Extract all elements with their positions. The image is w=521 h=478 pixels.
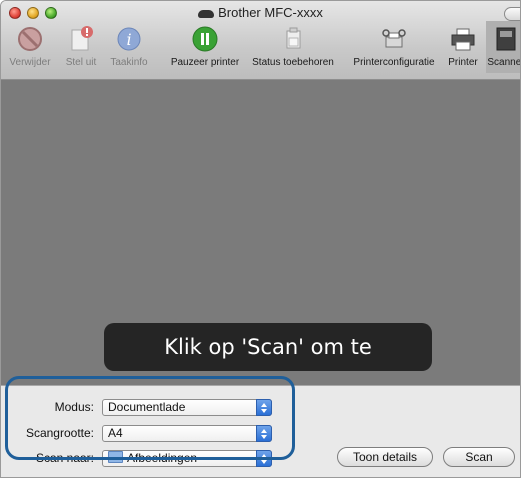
scangrootte-select-arrows-icon — [256, 425, 272, 442]
scan-naar-value: Afbeeldingen — [127, 451, 198, 465]
toolbar-info-label: Taakinfo — [110, 57, 148, 68]
toolbar-scanner-label: Scanner — [487, 57, 521, 68]
scan-button[interactable]: Scan — [443, 447, 515, 467]
scangrootte-value: A4 — [108, 426, 123, 440]
toolbar-pause-label: Pauzeer printer — [170, 57, 240, 68]
scanner-icon — [492, 25, 520, 53]
scangrootte-label: Scangrootte: — [25, 426, 94, 440]
toolbar-hold-label: Stel uit — [65, 57, 97, 68]
modus-select-arrows-icon — [256, 399, 272, 416]
window-title: Brother MFC-xxxx — [1, 5, 520, 20]
pause-icon — [191, 25, 219, 53]
show-details-button[interactable]: Toon details — [337, 447, 433, 467]
scan-hint-message: Klik op 'Scan' om te beginnen... — [104, 323, 432, 407]
scan-naar-label: Scan naar: — [35, 451, 94, 465]
toolbar-supplies-button[interactable]: Status toebehoren — [242, 25, 344, 68]
toolbar-printer-button[interactable]: Printer — [443, 25, 483, 68]
window-title-text: Brother MFC-xxxx — [218, 5, 323, 20]
scan-naar-select[interactable]: Afbeeldingen — [102, 450, 272, 467]
modus-select[interactable]: Documentlade — [102, 399, 272, 416]
supplies-icon — [279, 25, 307, 53]
title-bar: Brother MFC-xxxx Verwijder Stel uit i Ta… — [1, 1, 520, 80]
hold-icon — [67, 25, 95, 53]
printer-icon — [449, 25, 477, 53]
toolbar-hold-button[interactable]: Stel uit — [59, 25, 103, 68]
toolbar-supplies-label: Status toebehoren — [252, 57, 334, 68]
info-icon: i — [115, 25, 143, 53]
toolbar-delete-button[interactable]: Verwijder — [5, 25, 55, 68]
toolbar-pause-button[interactable]: Pauzeer printer — [170, 25, 240, 68]
toolbar-printer-setup-label: Printerconfiguratie — [353, 57, 435, 68]
toolbar-scanner-button[interactable]: Scanner — [486, 21, 521, 73]
folder-icon — [108, 451, 123, 463]
toolbar-printer-label: Printer — [448, 57, 478, 68]
delete-icon — [16, 25, 44, 53]
toolbar-delete-label: Verwijder — [9, 57, 51, 68]
scan-naar-select-arrows-icon — [256, 450, 272, 467]
printer-title-icon — [198, 9, 215, 18]
scangrootte-select[interactable]: A4 — [102, 425, 272, 442]
svg-text:i: i — [126, 30, 131, 49]
printer-setup-icon — [380, 25, 408, 53]
toolbar-toggle-button[interactable] — [504, 7, 520, 21]
modus-value: Documentlade — [108, 400, 186, 414]
scanner-window: Brother MFC-xxxx Verwijder Stel uit i Ta… — [0, 0, 521, 478]
toolbar-info-button[interactable]: i Taakinfo — [105, 25, 153, 68]
toolbar-printer-setup-button[interactable]: Printerconfiguratie — [347, 25, 441, 68]
modus-label: Modus: — [54, 400, 94, 414]
